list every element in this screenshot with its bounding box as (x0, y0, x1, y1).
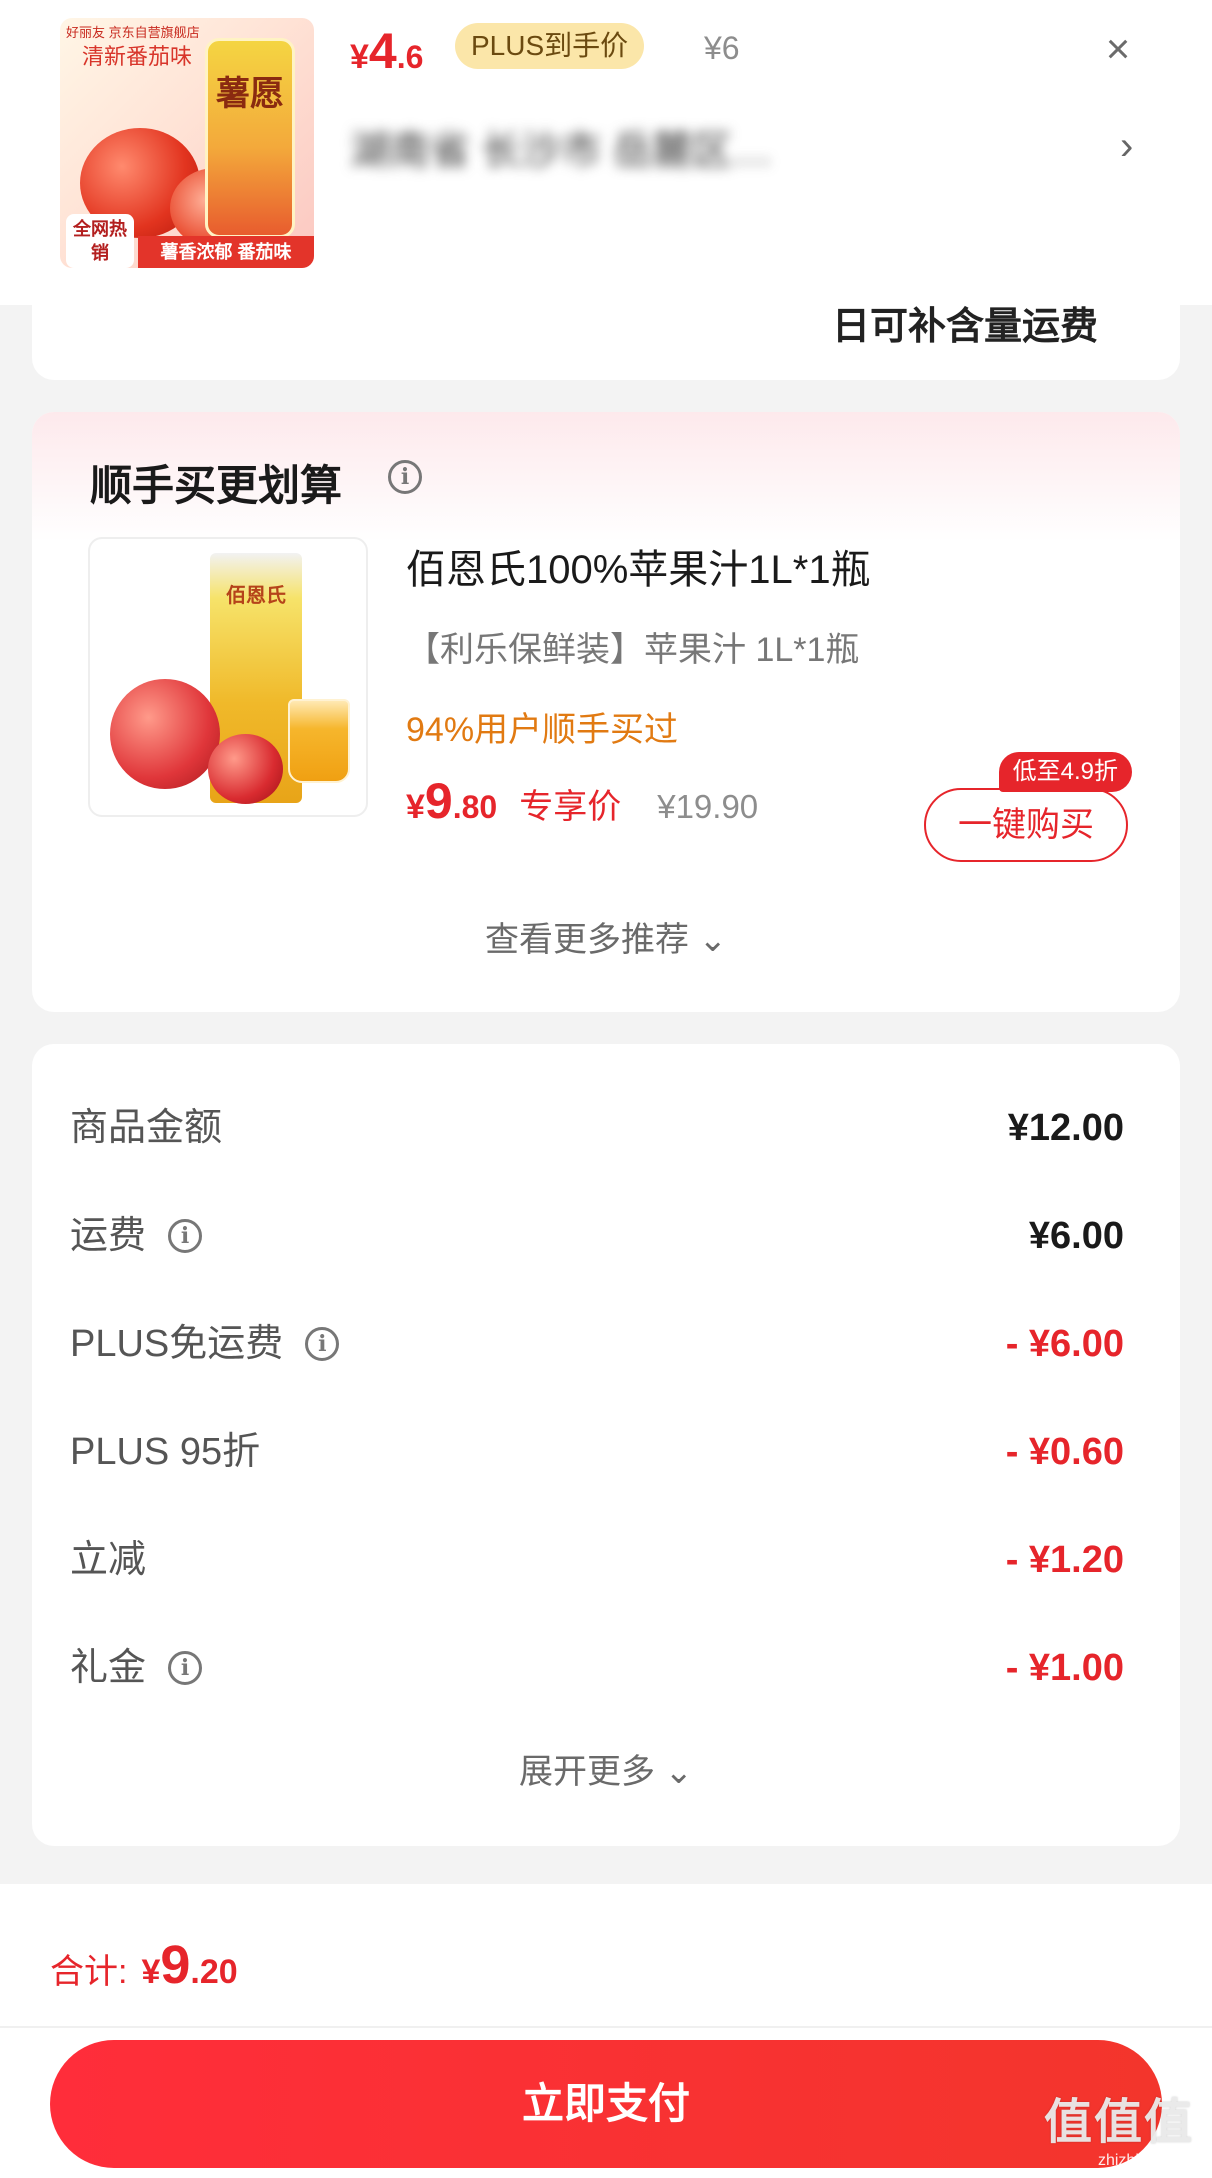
apple-image (110, 679, 220, 789)
info-icon[interactable]: i (305, 1327, 340, 1361)
apple-image (208, 734, 283, 804)
watermark-logo: 值值值 (1043, 2094, 1194, 2150)
close-icon[interactable]: × (1095, 26, 1141, 72)
divider (0, 2026, 1212, 2028)
juice-box-label: 佰恩氏 (226, 585, 286, 607)
price-decimal: .6 (396, 39, 424, 75)
row-label: 商品金额 (70, 1107, 223, 1149)
price-row-gift-money: 礼金 i - ¥1.00 (70, 1638, 1124, 1698)
price-integer: 4 (368, 23, 397, 79)
product-price: ¥ 9 .80 专享价 ¥19.90 (406, 772, 758, 830)
repurchase-rate: 94%用户顺手买过 (406, 711, 679, 749)
plus-price-tag: PLUS到手价 (455, 23, 645, 69)
shipping-card: 日可补含量运费 (32, 305, 1180, 380)
original-price: ¥19.90 (657, 788, 759, 825)
price-row-shipping: 运费 i ¥6.00 (70, 1206, 1124, 1266)
product-name[interactable]: 佰恩氏100%苹果汁1L*1瓶 (406, 537, 871, 595)
original-price: ¥6 (704, 30, 740, 66)
row-value: ¥6.00 (1028, 1215, 1124, 1257)
watermark-url: zhizhizhi.com (1097, 2152, 1194, 2169)
price-integer: 9 (424, 773, 453, 829)
row-label: PLUS免运费 (70, 1323, 284, 1365)
product-subtitle: 【利乐保鲜装】苹果汁 1L*1瓶 (406, 631, 860, 669)
site-watermark: 值值值 zhizhizhi.com (1044, 2082, 1194, 2170)
price-row-plus-free-shipping: PLUS免运费 i - ¥6.00 (70, 1314, 1124, 1374)
discount-badge: 低至4.9折 (998, 752, 1132, 792)
product-thumbnail[interactable]: 好丽友 京东自营旗舰店 清新番茄味 薯愿 全网热销 薯香浓郁 番茄味 (60, 18, 314, 268)
row-value: - ¥1.00 (1005, 1647, 1124, 1689)
chevron-right-icon[interactable]: › (1120, 118, 1133, 174)
row-label: 立减 (70, 1539, 147, 1581)
one-click-buy-button[interactable]: 一键购买 (924, 788, 1128, 862)
top-product-bar: 好丽友 京东自营旗舰店 清新番茄味 薯愿 全网热销 薯香浓郁 番茄味 ¥ 4 .… (0, 0, 1212, 305)
thumbnail-slogan: 清新番茄味 (82, 45, 193, 70)
info-icon[interactable]: i (168, 1219, 203, 1253)
row-label: 礼金 (70, 1647, 147, 1689)
juice-glass-image (288, 699, 350, 783)
price-detail-card: 商品金额 ¥12.00 运费 i ¥6.00 PLUS免运费 i - ¥6.00 P… (32, 1044, 1180, 1846)
total-integer: 9 (160, 1935, 191, 1995)
recommend-card: 顺手买更划算 i 佰恩氏 佰恩氏100%苹果汁1L*1瓶 【利乐保鲜装】苹果汁 … (32, 412, 1180, 1012)
plus-price: ¥ 4 .6 (350, 22, 423, 82)
price-decimal: .80 (452, 789, 498, 825)
row-value: - ¥1.20 (1005, 1539, 1124, 1581)
more-recommendations-link[interactable]: 查看更多推荐 ⌄ (32, 912, 1180, 961)
price-row-instant-discount: 立减 - ¥1.20 (70, 1530, 1124, 1590)
info-icon[interactable]: i (388, 460, 422, 494)
thumbnail-strip: 薯香浓郁 番茄味 (138, 236, 314, 268)
row-value: - ¥0.60 (1005, 1431, 1124, 1473)
exclusive-price-label: 专享价 (519, 788, 622, 826)
recommend-title: 顺手买更划算 (90, 462, 343, 509)
apple-juice-image[interactable]: 佰恩氏 (88, 537, 368, 817)
total-symbol: ¥ (141, 1953, 161, 1991)
price-row-goods: 商品金额 ¥12.00 (70, 1098, 1124, 1158)
pay-now-button[interactable]: 立即支付 (50, 2040, 1162, 2168)
total-label: 合计: (50, 1953, 128, 1991)
checkout-bar: 合计: ¥ 9 .20 立即支付 值值值 zhizhizhi.com (0, 1884, 1212, 2178)
chips-can-label: 薯愿 (216, 74, 284, 114)
price-row-plus-discount: PLUS 95折 - ¥0.60 (70, 1422, 1124, 1482)
shipping-partial-text: 日可补含量运费 (831, 306, 1098, 348)
price-symbol: ¥ (350, 38, 369, 76)
row-value: ¥12.00 (1007, 1107, 1124, 1149)
total-decimal: .20 (190, 1953, 238, 1991)
row-value: - ¥6.00 (1005, 1323, 1124, 1365)
price-symbol: ¥ (406, 788, 425, 826)
quick-buy: 一键购买 低至4.9折 (924, 752, 1134, 862)
address-line[interactable]: 湖南省 长沙市 岳麓区… (350, 118, 780, 174)
info-icon[interactable]: i (168, 1651, 203, 1685)
expand-more-link[interactable]: 展开更多 ⌄ (32, 1744, 1180, 1793)
row-label: PLUS 95折 (70, 1431, 261, 1473)
order-total: 合计: ¥ 9 .20 (50, 1934, 238, 1996)
hot-badge: 全网热销 (66, 214, 134, 268)
row-label: 运费 (70, 1215, 147, 1257)
